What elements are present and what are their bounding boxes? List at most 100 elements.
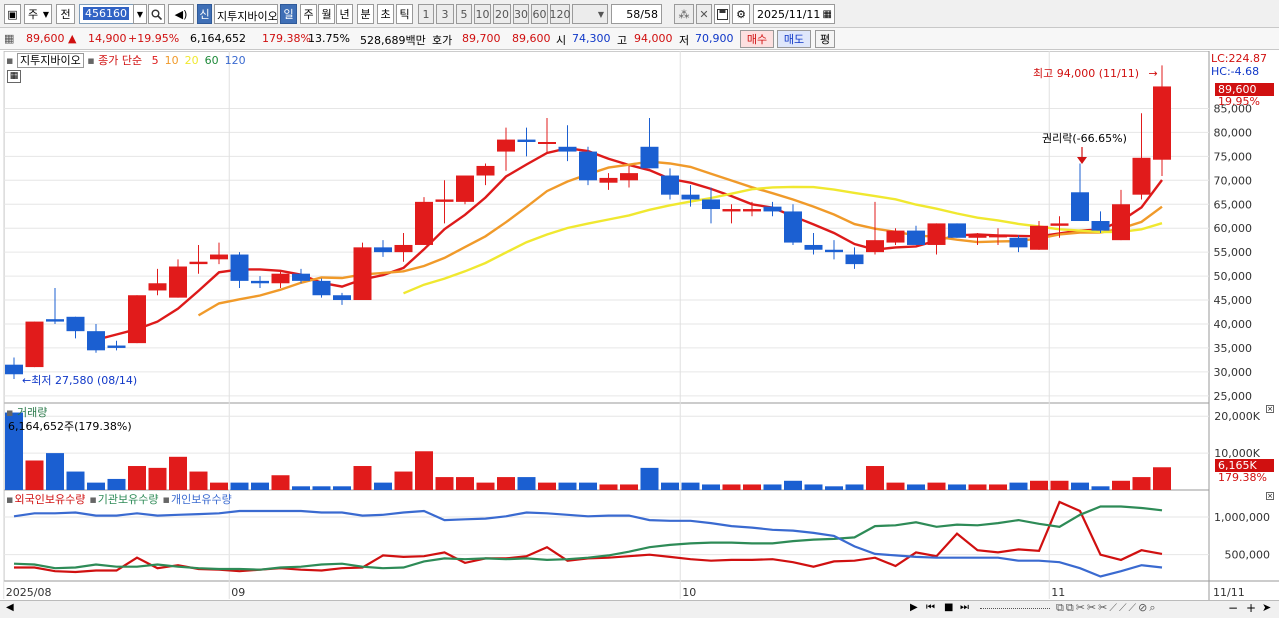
holdings-legend-item[interactable]: 기관보유수량: [98, 493, 159, 506]
ma-legend-item[interactable]: 60: [205, 54, 219, 67]
period-tab[interactable]: 틱: [396, 4, 413, 24]
stock-name-field: 지투지바이오: [214, 4, 278, 24]
fast-forward-icon[interactable]: ⏭: [960, 602, 969, 613]
rewind-icon[interactable]: ⏮: [926, 602, 935, 613]
candle-body: [128, 295, 146, 344]
save-icon[interactable]: [714, 4, 730, 24]
candle-body: [271, 273, 290, 284]
volume-bar: [1009, 482, 1028, 490]
candle-body: [415, 201, 433, 245]
period-tab[interactable]: 년: [336, 4, 353, 24]
volume-bar: [722, 484, 741, 490]
holdings-legend: ▪외국인보유수량 ▪기관보유수량 ▪개인보유수량: [6, 491, 236, 507]
period-tab[interactable]: 일: [280, 4, 297, 24]
price-legend-name[interactable]: 지투지바이오: [16, 53, 84, 68]
volume-bar: [948, 484, 966, 490]
zoom-slider[interactable]: [980, 608, 1050, 611]
volume-bar: [968, 484, 987, 490]
volume-bar: [1091, 486, 1110, 490]
candle-body: [538, 141, 556, 144]
volume-bar: [1050, 480, 1069, 490]
volume-bar: [907, 484, 925, 490]
candle-body: [702, 199, 720, 210]
date-input[interactable]: 2025/11/11 ▦: [753, 4, 835, 24]
volume-bar: [681, 482, 700, 490]
scroll-left-icon[interactable]: ◀: [6, 602, 14, 613]
interval-tab[interactable]: 120: [550, 4, 571, 24]
volume-bar: [394, 471, 413, 490]
candle-body: [907, 230, 925, 245]
bid-label: 호가: [432, 34, 453, 47]
price-legend-series[interactable]: 종가 단순: [98, 54, 142, 67]
price-tick-label: 50,000: [1214, 270, 1253, 283]
window-icon[interactable]: ▣: [4, 4, 21, 24]
period-tab[interactable]: 월: [318, 4, 335, 24]
play-icon[interactable]: ▶: [910, 602, 918, 613]
speaker-icon[interactable]: ◀): [168, 4, 194, 24]
volume-bar: [497, 477, 515, 490]
sell-button[interactable]: 매도: [777, 30, 811, 48]
price-tick-label: 40,000: [1214, 318, 1253, 331]
price-panel-frame: [3, 50, 1210, 404]
interval-tab[interactable]: 20: [493, 4, 511, 24]
arrow-right-icon: →: [1148, 67, 1158, 80]
trade-amount: 528,689백만: [360, 34, 426, 47]
candle-body: [1009, 237, 1028, 248]
period-tab[interactable]: 초: [377, 4, 394, 24]
candle-body: [394, 244, 413, 253]
candle-body: [251, 280, 269, 284]
panel-close-icon[interactable]: ×: [1266, 492, 1274, 500]
holdings-legend-item[interactable]: 외국인보유수량: [14, 493, 85, 506]
price-tick-label: 30,000: [1214, 366, 1253, 379]
drawing-tools-icon[interactable]: ⧉⧉✂✂✂⟋⟋⟋⊘⌕: [1056, 601, 1158, 615]
x-tick-label: 2025/08: [6, 586, 52, 599]
table-icon[interactable]: ▦: [7, 70, 21, 83]
low-price: 70,900: [695, 32, 734, 45]
volume-bar: [415, 451, 433, 490]
search-icon[interactable]: [148, 4, 165, 24]
rights-annotation: 권리락(-66.65%): [1042, 132, 1127, 145]
volume-bar: [927, 482, 946, 490]
zoom-in-icon[interactable]: +: [1246, 601, 1256, 615]
candle-body: [374, 247, 392, 253]
ma-legend-item[interactable]: 5: [152, 54, 159, 67]
price-tick-label: 45,000: [1214, 294, 1253, 307]
interval-tab[interactable]: 1: [418, 4, 434, 24]
bottom-scrollbar[interactable]: ◀ ▶ ⏮ ■ ⏭ ⧉⧉✂✂✂⟋⟋⟋⊘⌕ − + ➤: [0, 600, 1279, 618]
ma-legend-item[interactable]: 10: [165, 54, 179, 67]
period-tab[interactable]: 주: [300, 4, 317, 24]
interval-tab[interactable]: 60: [531, 4, 548, 24]
interval-tab[interactable]: 10: [474, 4, 491, 24]
period-select[interactable]: 주 ▼: [24, 4, 52, 24]
crosshair-icon[interactable]: ✕: [696, 4, 712, 24]
volume-bar: [456, 477, 474, 490]
stop-icon[interactable]: ■: [944, 602, 953, 613]
buy-button[interactable]: 매수: [740, 30, 774, 48]
interval-tab[interactable]: 30: [513, 4, 529, 24]
candle-body: [558, 146, 577, 152]
holdings-legend-item[interactable]: 개인보유수량: [171, 493, 232, 506]
ma-legend-item[interactable]: 20: [185, 54, 199, 67]
gear-icon[interactable]: ⚙: [732, 4, 750, 24]
volume-value-note: 6,164,652주(179.38%): [8, 420, 132, 433]
interval-tab[interactable]: 5: [456, 4, 472, 24]
candle-body: [5, 364, 23, 375]
panel-close-icon[interactable]: ×: [1266, 405, 1274, 413]
pointer-icon[interactable]: ➤: [1262, 601, 1271, 614]
volume-bar: [312, 486, 331, 490]
code-dropdown-icon[interactable]: ▼: [133, 4, 147, 24]
prev-button[interactable]: 전: [56, 4, 75, 24]
zoom-out-icon[interactable]: −: [1228, 601, 1238, 615]
candle-body: [927, 223, 946, 245]
low-annotation: ←최저 27,580 (08/14): [22, 372, 137, 388]
arrow-left-icon: ←: [22, 374, 32, 387]
evaluate-button[interactable]: 평: [815, 30, 835, 48]
volume-bar: [353, 466, 372, 490]
link-icon[interactable]: ⁂: [674, 4, 694, 24]
candle-body: [1050, 223, 1069, 226]
data-count-field[interactable]: 58/58: [611, 4, 662, 24]
period-tab[interactable]: 분: [357, 4, 374, 24]
interval-custom-select[interactable]: ▼: [572, 4, 608, 24]
interval-tab[interactable]: 3: [436, 4, 454, 24]
ma-legend-item[interactable]: 120: [225, 54, 246, 67]
